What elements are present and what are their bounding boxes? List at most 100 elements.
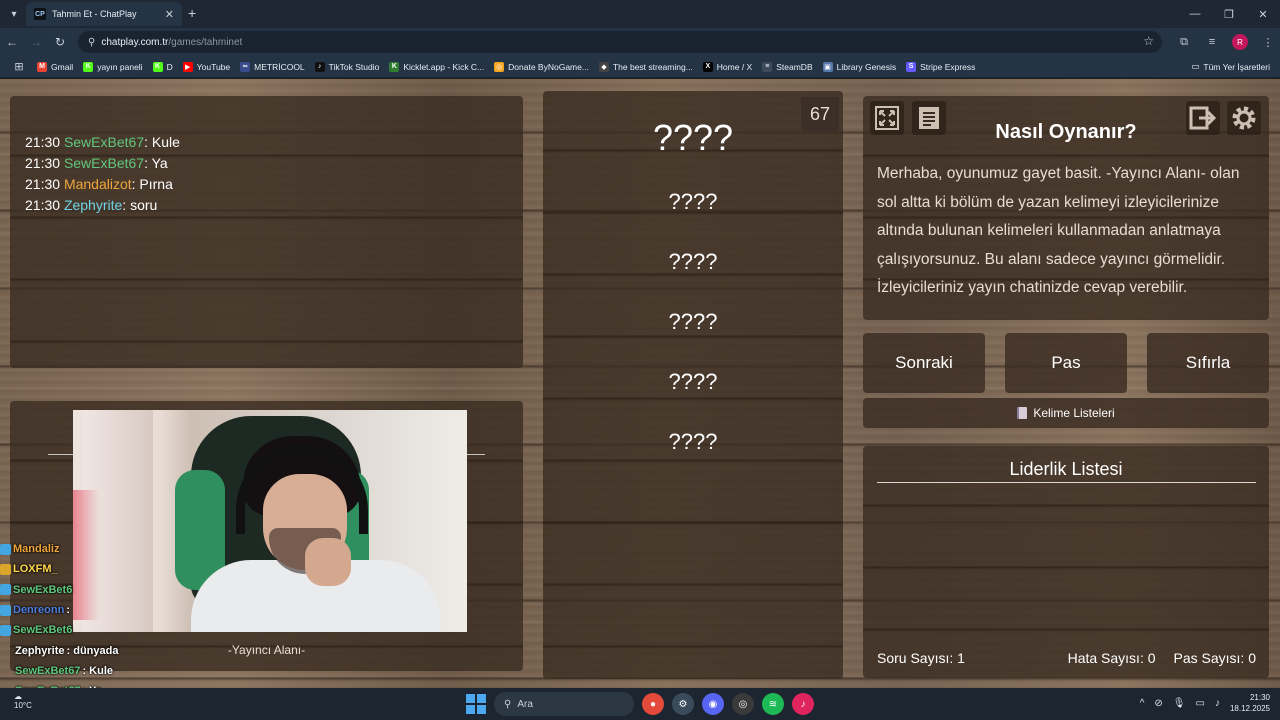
x-icon: X: [702, 61, 713, 72]
window-controls: — ❐ ✕: [1178, 0, 1280, 28]
bookmark-item[interactable]: ▶ YouTube: [178, 61, 235, 72]
pass-button[interactable]: Pas: [1005, 333, 1127, 393]
bookmark-item[interactable]: ∞ METRİCOOL: [235, 61, 310, 72]
notes-icon[interactable]: [912, 101, 946, 135]
extensions-icon[interactable]: ⧉: [1172, 30, 1196, 54]
tray-chevron-icon[interactable]: ^: [1140, 698, 1145, 709]
search-icon: ⚲: [504, 698, 512, 710]
bookmark-item[interactable]: ▣ Library Genesis: [818, 61, 902, 72]
new-tab-icon[interactable]: +: [188, 6, 196, 20]
apps-grid-icon[interactable]: ⊞: [6, 60, 32, 73]
tiktok-icon[interactable]: ♪: [792, 693, 814, 715]
weather-temp: 10°C: [14, 701, 32, 710]
overlay-chat-line: Zephyrite: dünyada: [0, 640, 120, 660]
forward-icon[interactable]: →: [24, 30, 48, 54]
network-off-icon[interactable]: ⊘: [1154, 698, 1162, 709]
steamdb-icon: ≡: [762, 61, 773, 72]
chat-badge-icon: [0, 624, 11, 636]
chat-panel: 21:30 SewExBet67: Kule 21:30 SewExBet67 : …: [10, 96, 523, 368]
bookmark-star-icon[interactable]: ☆: [1143, 34, 1154, 48]
overlay-username: Mandaliz: [13, 543, 60, 556]
close-tab-icon[interactable]: ✕: [165, 8, 174, 21]
message-text: : soru: [122, 197, 158, 213]
spotify-icon[interactable]: ≋: [762, 693, 784, 715]
clock-time: 21:30: [1249, 693, 1270, 702]
bookmark-item[interactable]: M Gmail: [32, 61, 78, 72]
bookmark-label: SteamDB: [776, 61, 813, 72]
site-info-icon[interactable]: ⚲: [88, 37, 95, 48]
chat-badge-icon: [0, 584, 11, 596]
bookmark-label: Kicklet.app - Kick C...: [403, 61, 485, 72]
browser-tab[interactable]: CP Tahmin Et - ChatPlay ✕: [26, 2, 182, 26]
close-window-icon[interactable]: ✕: [1246, 0, 1280, 28]
bookmark-item[interactable]: X Home / X: [698, 61, 757, 72]
display-icon[interactable]: ▭: [1196, 698, 1205, 709]
chat-message: 21:30 SewExBet67: Kule: [10, 132, 180, 153]
reset-button[interactable]: Sıfırla: [1147, 333, 1269, 393]
fullscreen-icon[interactable]: [870, 101, 904, 135]
steam-icon[interactable]: ⚙: [672, 693, 694, 715]
clock[interactable]: 21:30 18.12.2025: [1230, 692, 1270, 714]
back-icon[interactable]: ←: [0, 30, 24, 54]
bookmark-item[interactable]: ◎ Donate ByNoGame...: [489, 61, 594, 72]
message-text: : Pırna: [131, 176, 173, 192]
bookmark-item[interactable]: S Stripe Express: [901, 61, 980, 72]
restore-icon[interactable]: ❐: [1212, 0, 1246, 28]
bookmark-label: Donate ByNoGame...: [508, 61, 589, 72]
leaderboard-title: Liderlik Listesi: [1009, 459, 1123, 479]
browser-toolbar: ← → ↻ ⚲ chatplay.com.tr/games/tahminet ☆…: [0, 28, 1280, 56]
chatplay-favicon-icon: CP: [34, 8, 46, 20]
discord-icon[interactable]: ◉: [702, 693, 724, 715]
overlay-chat-line: Denreonn:: [0, 600, 120, 620]
media-icon[interactable]: ≡: [1200, 30, 1224, 54]
tab-search-icon[interactable]: ▾: [0, 0, 28, 28]
chrome-icon[interactable]: ●: [642, 693, 664, 715]
libgen-icon: ▣: [822, 61, 833, 72]
tiktok-icon: ♪: [314, 61, 325, 72]
taskbar-search[interactable]: ⚲ Ara: [494, 692, 634, 716]
bookmark-label: yayın paneli: [97, 61, 143, 72]
message-time: 21:30: [25, 155, 61, 171]
message-text: : Ya: [144, 155, 168, 171]
forbidden-word: ????: [668, 189, 718, 214]
minimize-icon[interactable]: —: [1178, 0, 1212, 28]
metricool-icon: ∞: [240, 61, 251, 72]
microphone-icon[interactable]: 🎙: [1173, 698, 1186, 709]
word-lists-button[interactable]: Kelime Listeleri: [863, 398, 1269, 428]
reload-icon[interactable]: ↻: [48, 30, 72, 54]
message-username: SewExBet67: [63, 134, 145, 150]
url-text: chatplay.com.tr/games/tahminet: [101, 37, 242, 48]
leaderboard-panel: Liderlik Listesi Soru Sayısı: 1 Hata Say…: [863, 446, 1269, 678]
forbidden-word: ????: [668, 249, 718, 274]
obs-icon[interactable]: ◎: [732, 693, 754, 715]
profile-avatar[interactable]: R: [1232, 34, 1248, 50]
bookmark-label: TikTok Studio: [328, 61, 380, 72]
menu-kebab-icon[interactable]: ⋮: [1256, 30, 1280, 54]
bookmark-label: Stripe Express: [920, 61, 976, 72]
bynogame-icon: ◎: [494, 61, 505, 72]
volume-icon[interactable]: ♪: [1215, 698, 1220, 709]
chat-messages: 21:30 SewExBet67: Kule 21:30 SewExBet67 : …: [10, 132, 180, 216]
bookmark-item[interactable]: KD: [148, 61, 178, 72]
bookmark-item[interactable]: ♪ TikTok Studio: [310, 61, 385, 72]
weather-widget[interactable]: ☁ 10°C: [14, 692, 32, 710]
folder-icon: ▭: [1191, 61, 1200, 71]
address-bar[interactable]: ⚲ chatplay.com.tr/games/tahminet ☆: [78, 31, 1162, 53]
bookmark-item[interactable]: Kyayın paneli: [78, 61, 147, 72]
exit-icon[interactable]: [1186, 101, 1220, 135]
bookmark-item[interactable]: K Kicklet.app - Kick C...: [384, 61, 489, 72]
windows-start-icon[interactable]: [466, 694, 486, 714]
bookmark-item[interactable]: ≡ SteamDB: [757, 61, 817, 72]
url-path: /games/tahminet: [168, 36, 243, 48]
overlay-chat-line: SewExBet67: Kule: [0, 661, 120, 681]
bookmark-label: Home / X: [716, 61, 753, 72]
message-time: 21:30: [25, 197, 61, 213]
youtube-icon: ▶: [182, 61, 193, 72]
book-icon: [1017, 407, 1028, 419]
bookmark-item[interactable]: ◆ The best streaming...: [594, 61, 698, 72]
all-bookmarks[interactable]: ▭ Tüm Yer İşaretleri: [1191, 61, 1270, 72]
next-button[interactable]: Sonraki: [863, 333, 985, 393]
settings-gear-icon[interactable]: [1227, 101, 1261, 135]
overlay-message: :: [66, 604, 71, 617]
forbidden-word-list: ???? ???? ???? ???? ????: [543, 189, 843, 489]
